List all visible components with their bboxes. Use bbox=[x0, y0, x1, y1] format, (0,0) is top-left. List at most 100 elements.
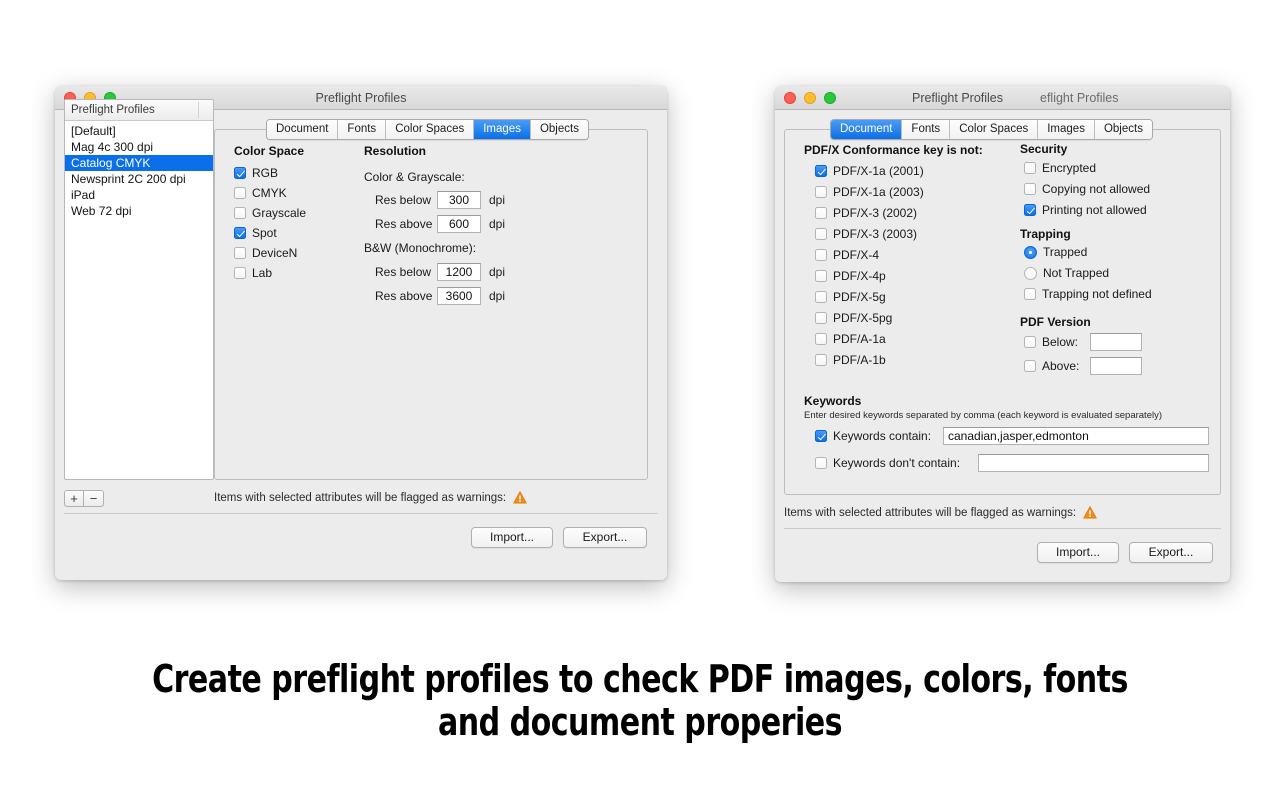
conformance-row[interactable]: PDF/X-4p bbox=[815, 269, 924, 283]
keywords-not-contain-checkbox[interactable] bbox=[815, 457, 827, 469]
tab-images[interactable]: Images bbox=[474, 120, 531, 139]
conformance-row[interactable]: PDF/X-1a (2001) bbox=[815, 164, 924, 178]
conformance-checkbox[interactable] bbox=[815, 354, 827, 366]
conformance-checkbox[interactable] bbox=[815, 207, 827, 219]
keywords-not-contain-input[interactable] bbox=[978, 454, 1209, 472]
security-checkbox[interactable] bbox=[1024, 204, 1036, 216]
profiles-list[interactable]: [Default] Mag 4c 300 dpi Catalog CMYK Newsp… bbox=[65, 121, 213, 219]
keywords-not-contain-row[interactable]: Keywords don't contain: bbox=[815, 454, 1209, 472]
conformance-checkbox-group[interactable]: PDF/X-1a (2001) PDF/X-1a (2003) PDF/X-3 (2… bbox=[815, 164, 924, 374]
tab-color-spaces[interactable]: Color Spaces bbox=[386, 120, 475, 139]
conformance-checkbox[interactable] bbox=[815, 270, 827, 282]
left-warning-note: Items with selected attributes will be f… bbox=[214, 491, 527, 504]
keywords-contain-checkbox[interactable] bbox=[815, 430, 827, 442]
conformance-row[interactable]: PDF/A-1a bbox=[815, 332, 924, 346]
preflight-profiles-window-right[interactable]: Preflight Profiles eflight Profiles Docu… bbox=[775, 86, 1230, 582]
profile-list-item[interactable]: [Default] bbox=[65, 123, 213, 139]
security-checkbox[interactable] bbox=[1024, 162, 1036, 174]
res-below-color-row[interactable]: Res below 300 dpi bbox=[375, 191, 505, 209]
tab-objects[interactable]: Objects bbox=[530, 120, 588, 139]
conformance-checkbox[interactable] bbox=[815, 165, 827, 177]
pdf-version-row[interactable]: Above: bbox=[1024, 357, 1142, 375]
conformance-checkbox[interactable] bbox=[815, 249, 827, 261]
color-space-checkbox[interactable] bbox=[234, 207, 246, 219]
trapping-not-defined-row[interactable]: Trapping not defined bbox=[1024, 287, 1152, 301]
tab-fonts[interactable]: Fonts bbox=[338, 120, 387, 139]
profile-list-item[interactable]: iPad bbox=[65, 187, 213, 203]
security-row[interactable]: Encrypted bbox=[1024, 161, 1150, 175]
trapping-radio-row[interactable]: Not Trapped bbox=[1024, 266, 1152, 280]
left-tab-bar[interactable]: Document Fonts Color Spaces Images Objects bbox=[266, 119, 589, 140]
pdf-version-row[interactable]: Below: bbox=[1024, 333, 1142, 351]
profile-list-item[interactable]: Web 72 dpi bbox=[65, 203, 213, 219]
conformance-row[interactable]: PDF/X-3 (2002) bbox=[815, 206, 924, 220]
conformance-checkbox[interactable] bbox=[815, 186, 827, 198]
res-below-bw-input[interactable]: 1200 bbox=[437, 263, 481, 281]
trapping-radio-group[interactable]: Trapped Not Trapped Trapping not defined bbox=[1024, 245, 1152, 301]
security-checkbox-group[interactable]: Encrypted Copying not allowed Printing not… bbox=[1024, 161, 1150, 224]
profile-list-item[interactable]: Mag 4c 300 dpi bbox=[65, 139, 213, 155]
conformance-checkbox[interactable] bbox=[815, 333, 827, 345]
conformance-row[interactable]: PDF/X-3 (2003) bbox=[815, 227, 924, 241]
import-button[interactable]: Import... bbox=[471, 527, 553, 548]
right-titlebar[interactable]: Preflight Profiles eflight Profiles bbox=[775, 86, 1230, 110]
res-above-color-input[interactable]: 600 bbox=[437, 215, 481, 233]
conformance-checkbox[interactable] bbox=[815, 312, 827, 324]
tab-document[interactable]: Document bbox=[267, 120, 339, 139]
security-checkbox[interactable] bbox=[1024, 183, 1036, 195]
profile-list-item[interactable]: Catalog CMYK bbox=[65, 155, 213, 171]
remove-profile-button[interactable]: − bbox=[84, 491, 103, 506]
add-profile-button[interactable]: + bbox=[65, 491, 84, 506]
tab-color-spaces[interactable]: Color Spaces bbox=[950, 120, 1039, 139]
security-row[interactable]: Copying not allowed bbox=[1024, 182, 1150, 196]
keywords-contain-row[interactable]: Keywords contain: canadian,jasper,edmont… bbox=[815, 427, 1209, 445]
profile-list-item[interactable]: Newsprint 2C 200 dpi bbox=[65, 171, 213, 187]
color-space-checkbox[interactable] bbox=[234, 267, 246, 279]
export-button[interactable]: Export... bbox=[1129, 542, 1213, 563]
right-tab-bar[interactable]: Document Fonts Color Spaces Images Objects bbox=[830, 119, 1153, 140]
tab-document[interactable]: Document bbox=[831, 120, 903, 139]
profiles-sidebar[interactable]: Preflight Profiles [Default] Mag 4c 300 d… bbox=[64, 99, 214, 480]
security-row[interactable]: Printing not allowed bbox=[1024, 203, 1150, 217]
conformance-row[interactable]: PDF/X-5pg bbox=[815, 311, 924, 325]
conformance-row[interactable]: PDF/X-1a (2003) bbox=[815, 185, 924, 199]
export-button[interactable]: Export... bbox=[563, 527, 647, 548]
color-space-row[interactable]: CMYK bbox=[234, 186, 306, 200]
color-space-row[interactable]: Grayscale bbox=[234, 206, 306, 220]
color-space-checkbox[interactable] bbox=[234, 187, 246, 199]
pdf-version-input[interactable] bbox=[1090, 357, 1142, 375]
color-space-row[interactable]: Spot bbox=[234, 226, 306, 240]
tab-images[interactable]: Images bbox=[1038, 120, 1095, 139]
trapping-radio-row[interactable]: Trapped bbox=[1024, 245, 1152, 259]
res-above-color-row[interactable]: Res above 600 dpi bbox=[375, 215, 505, 233]
profile-add-remove-control[interactable]: + − bbox=[64, 490, 104, 507]
res-below-color-input[interactable]: 300 bbox=[437, 191, 481, 209]
pdf-version-group[interactable]: Below: Above: bbox=[1024, 333, 1142, 381]
trapping-radio[interactable] bbox=[1024, 266, 1037, 280]
conformance-checkbox[interactable] bbox=[815, 291, 827, 303]
color-space-row[interactable]: DeviceN bbox=[234, 246, 306, 260]
color-space-checkbox[interactable] bbox=[234, 227, 246, 239]
color-space-row[interactable]: RGB bbox=[234, 166, 306, 180]
res-below-bw-row[interactable]: Res below 1200 dpi bbox=[375, 263, 505, 281]
res-above-bw-input[interactable]: 3600 bbox=[437, 287, 481, 305]
conformance-row[interactable]: PDF/X-4 bbox=[815, 248, 924, 262]
tab-objects[interactable]: Objects bbox=[1094, 120, 1152, 139]
pdf-version-checkbox[interactable] bbox=[1024, 336, 1036, 348]
color-space-checkbox[interactable] bbox=[234, 247, 246, 259]
trapping-not-defined-checkbox[interactable] bbox=[1024, 288, 1036, 300]
tab-fonts[interactable]: Fonts bbox=[902, 120, 951, 139]
import-button[interactable]: Import... bbox=[1037, 542, 1119, 563]
keywords-contain-input[interactable]: canadian,jasper,edmonton bbox=[943, 427, 1209, 445]
res-above-bw-row[interactable]: Res above 3600 dpi bbox=[375, 287, 505, 305]
conformance-row[interactable]: PDF/A-1b bbox=[815, 353, 924, 367]
pdf-version-input[interactable] bbox=[1090, 333, 1142, 351]
color-space-row[interactable]: Lab bbox=[234, 266, 306, 280]
preflight-profiles-window-left[interactable]: Preflight Profiles Preflight Profiles [D… bbox=[55, 86, 667, 580]
color-space-checkbox-group[interactable]: RGB CMYK Grayscale Spot DeviceN Lab bbox=[234, 166, 306, 286]
conformance-row[interactable]: PDF/X-5g bbox=[815, 290, 924, 304]
trapping-radio[interactable] bbox=[1024, 245, 1037, 259]
conformance-checkbox[interactable] bbox=[815, 228, 827, 240]
pdf-version-checkbox[interactable] bbox=[1024, 360, 1036, 372]
color-space-checkbox[interactable] bbox=[234, 167, 246, 179]
